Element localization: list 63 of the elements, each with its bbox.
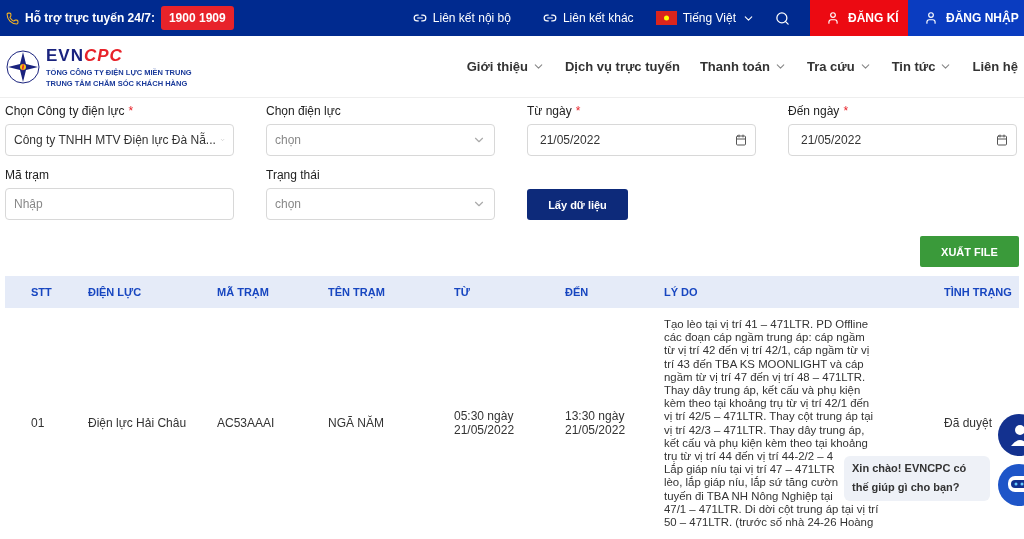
column-header: MÃ TRẠM: [217, 286, 269, 298]
login-button[interactable]: ĐĂNG NHẬP: [908, 0, 1024, 36]
date-field[interactable]: 21/05/2022: [788, 124, 1017, 156]
reason-text-line: 50 – 471LTR. (trước số nhà 24-26 Hoàng: [664, 516, 874, 530]
table-cell: AC53AAAI: [217, 417, 275, 431]
select-field[interactable]: chọn: [266, 188, 495, 220]
reason-text-line: kết cấu và phụ kiện kèm theo tại khoảng: [664, 436, 868, 451]
reason-text-line: vị trí 42/5 – 471LTR. Thay cột trung áp tại: [664, 410, 874, 424]
field-label: Mã trạm: [5, 168, 49, 182]
chat-greeting-bubble: Xin chào! EVNCPC có thế giúp gì cho bạn?: [844, 456, 990, 501]
required-mark: *: [575, 104, 581, 118]
select-field[interactable]: chọn: [266, 124, 495, 156]
support-label: Hỗ trợ trực tuyến 24/7:: [25, 11, 155, 25]
input-field[interactable]: Nhập: [5, 188, 234, 220]
column-header: TÊN TRẠM: [328, 286, 385, 298]
field-label: Trạng thái: [266, 168, 320, 182]
table-cell: 01: [31, 417, 45, 431]
reason-text-line: vị trí 42/3 – 471LTR. Thay dây trung áp,: [664, 423, 865, 437]
reason-text-line: từ vị trí 42 đến vị trí 42/1, cáp ngầm từ vị: [664, 344, 870, 358]
top-link[interactable]: Liên kết nội bộ: [412, 11, 511, 25]
fetch-data-button[interactable]: Lấy dữ liệu: [527, 189, 628, 220]
nav-item[interactable]: Tin tức: [891, 59, 953, 74]
export-file-button[interactable]: XUẤT FILE: [920, 236, 1019, 267]
column-header: STT: [31, 286, 52, 298]
reason-text-line: ngầm từ vị trí 47 đến vị trí 48 – 471LTR.: [664, 370, 866, 384]
reason-text-line: Thay dây trung áp, kết cấu và phụ kiện: [664, 384, 861, 398]
field-label: Đến ngày: [788, 104, 840, 118]
table-cell: 05:30 ngày 21/05/2022: [454, 410, 515, 437]
language-selector[interactable]: Tiếng Việt: [682, 11, 755, 25]
field-label: Chọn điện lực: [266, 104, 341, 118]
date-field[interactable]: 21/05/2022: [527, 124, 756, 156]
column-header: ĐẾN: [565, 286, 589, 298]
column-header: LÝ DO: [664, 286, 698, 298]
table-cell: Điện lực Hải Châu: [88, 417, 187, 431]
brand-name: EVNCPC: [46, 45, 124, 66]
column-header: TỪ: [454, 286, 470, 298]
nav-item[interactable]: Tra cứu: [806, 59, 872, 74]
reason-text-line: tuyến đi TBA NH Nông Nghiệp tại: [664, 489, 833, 503]
table-cell: NGÃ NĂM: [328, 417, 384, 431]
nav-item[interactable]: Liên hệ: [972, 59, 1018, 74]
table-cell: Đã duyệt: [944, 417, 993, 431]
nav-item[interactable]: Dịch vụ trực tuyến: [565, 59, 680, 74]
reason-text-line: trí 43 đến TBA KS MOONLIGHT và cáp: [664, 357, 864, 371]
register-button[interactable]: ĐĂNG KÍ: [810, 0, 908, 36]
column-header: ĐIỆN LỰC: [88, 286, 142, 298]
column-header: TÌNH TRẠNG: [944, 286, 1012, 298]
reason-text-line: kèm theo tại khoảng trụ từ vị trí 42/1 đến: [664, 397, 870, 411]
reason-text-line: Tạo lèo tại vị trí 41 – 471LTR. PD Offline: [664, 318, 869, 332]
reason-text-line: Lắp giáp níu tại vị trí 47 – 471LTR: [664, 463, 835, 477]
top-link[interactable]: Liên kết khác: [542, 11, 634, 25]
required-mark: *: [843, 104, 849, 118]
required-mark: *: [128, 104, 134, 118]
field-label: Chọn Công ty điện lực: [5, 104, 125, 118]
table-cell: 13:30 ngày 21/05/2022: [565, 410, 626, 437]
reason-text-line: 47/1 – 471LTR. Di dời cột trung áp tại vị trí: [664, 502, 879, 517]
nav-item[interactable]: Thanh toán: [699, 59, 787, 74]
reason-text-line: trụ từ vị trí 44 đến vị trí 44-2/2 – 4: [664, 450, 834, 463]
select-field[interactable]: Công ty TNHH MTV Điện lực Đà Nẵ...: [5, 124, 234, 156]
field-label: Từ ngày: [527, 104, 572, 118]
hotline-badge[interactable]: 1900 1909: [160, 6, 234, 30]
reason-text-line: các đoạn cáp ngầm trung áp: cáp ngầm: [664, 331, 865, 345]
nav-item[interactable]: Giới thiệu: [466, 59, 545, 74]
reason-text-line: lèo, lắp giáp níu, lắp sứ tăng cườn: [664, 476, 839, 490]
